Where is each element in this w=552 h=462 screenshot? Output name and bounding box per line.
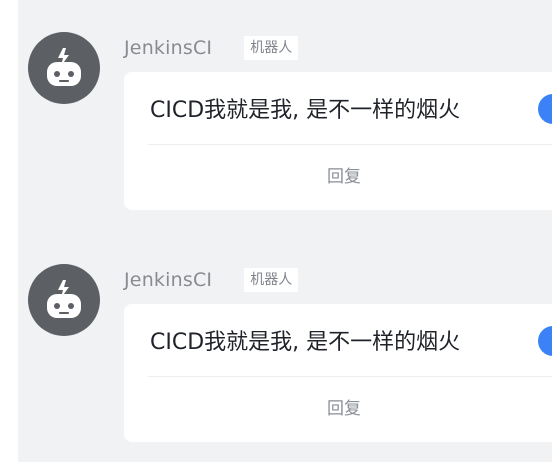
message-card: CICD我就是我, 是不一样的烟火 回复 <box>124 304 552 442</box>
reply-button[interactable]: 回复 <box>124 162 552 187</box>
divider <box>148 144 552 145</box>
bot-badge: 机器人 <box>244 268 299 292</box>
message-item: JenkinsCI 机器人 CICD我就是我, 是不一样的烟火 回复 <box>18 232 552 448</box>
sender-name[interactable]: JenkinsCI <box>124 37 212 59</box>
sender-name[interactable]: JenkinsCI <box>124 269 212 291</box>
message-text: CICD我就是我, 是不一样的烟火 <box>150 330 461 355</box>
message-card: CICD我就是我, 是不一样的烟火 回复 <box>124 72 552 210</box>
message-list: JenkinsCI 机器人 CICD我就是我, 是不一样的烟火 回复 Jenki… <box>18 0 552 462</box>
sender-row: JenkinsCI 机器人 <box>124 34 299 62</box>
robot-icon <box>47 280 81 318</box>
sender-row: JenkinsCI 机器人 <box>124 266 299 294</box>
reply-button[interactable]: 回复 <box>124 394 552 419</box>
bot-badge: 机器人 <box>244 36 299 60</box>
avatar[interactable] <box>28 264 100 336</box>
message-item: JenkinsCI 机器人 CICD我就是我, 是不一样的烟火 回复 <box>18 0 552 216</box>
robot-icon <box>47 48 81 86</box>
emoji-icon <box>538 326 552 356</box>
avatar[interactable] <box>28 32 100 104</box>
divider <box>148 376 552 377</box>
emoji-icon <box>538 94 552 124</box>
message-text: CICD我就是我, 是不一样的烟火 <box>150 98 461 123</box>
